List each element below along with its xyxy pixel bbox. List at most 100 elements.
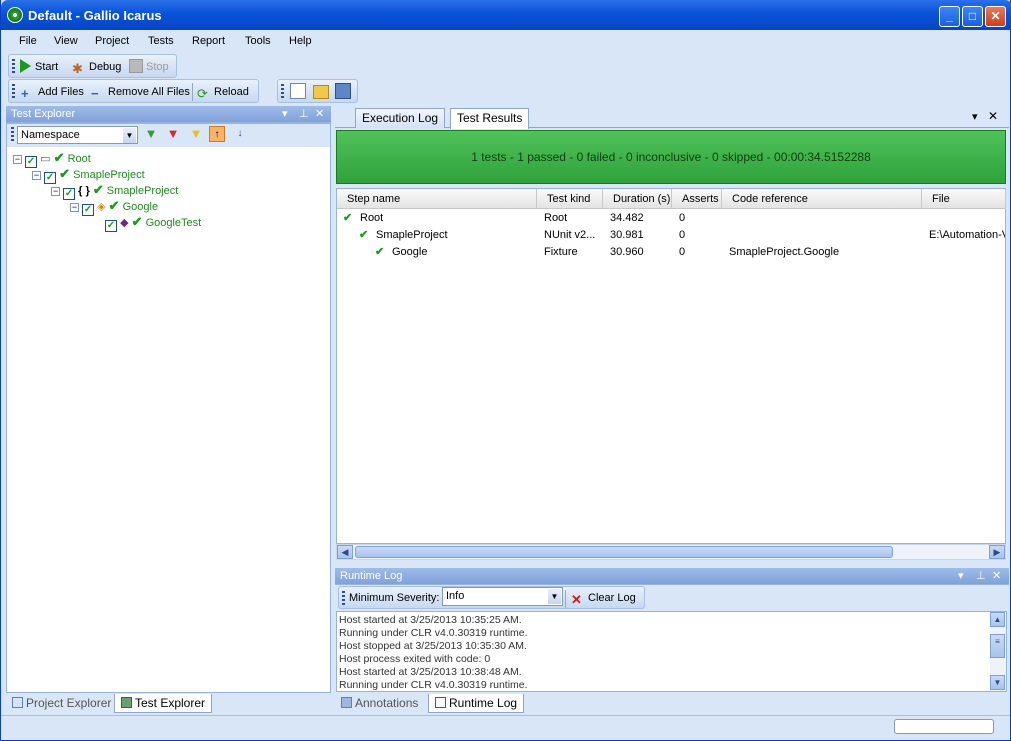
- add-files-button[interactable]: + Add Files: [21, 83, 84, 101]
- table-row[interactable]: ✔ Google Fixture 30.960 0 SmapleProject.…: [337, 244, 1005, 261]
- passed-check-icon: ✔: [53, 150, 65, 165]
- menu-file[interactable]: File: [19, 35, 37, 47]
- passed-check-icon: ✔: [375, 246, 385, 258]
- toolbar-grip[interactable]: [12, 84, 15, 99]
- namespace-icon: { }: [78, 185, 90, 197]
- toolbar-grip[interactable]: [11, 127, 14, 142]
- close-icon[interactable]: ✕: [988, 109, 998, 123]
- col-step-name[interactable]: Step name: [337, 189, 537, 209]
- results-grid: Step name Test kind Duration (s) Asserts…: [336, 188, 1006, 544]
- results-summary: 1 tests - 1 passed - 0 failed - 0 inconc…: [336, 130, 1006, 184]
- col-file[interactable]: File: [922, 189, 1006, 209]
- tree-node-test[interactable]: ✓ ◆ ✔ GoogleTest: [105, 214, 201, 232]
- severity-select[interactable]: Info ▼: [442, 587, 563, 606]
- tree-node-label: SmapleProject: [106, 185, 179, 197]
- menu-report[interactable]: Report: [192, 35, 225, 47]
- menu-project[interactable]: Project: [95, 35, 129, 47]
- save-project-icon[interactable]: [335, 83, 351, 99]
- menu-help[interactable]: Help: [289, 35, 312, 47]
- scroll-thumb[interactable]: ≡: [990, 634, 1005, 658]
- debug-label: Debug: [89, 61, 122, 73]
- chevron-down-icon[interactable]: ▼: [123, 128, 136, 143]
- col-code-reference[interactable]: Code reference: [722, 189, 922, 209]
- toolbar-grip[interactable]: [12, 59, 15, 74]
- toolbar-grip[interactable]: [342, 591, 345, 606]
- run-toolbar: Start ✱ Debug Stop: [8, 54, 177, 78]
- start-button[interactable]: Start: [20, 58, 58, 76]
- chevron-down-icon[interactable]: ▾: [282, 106, 288, 123]
- collapse-icon[interactable]: −: [51, 187, 60, 196]
- tab-execution-log[interactable]: Execution Log: [355, 108, 446, 128]
- table-row[interactable]: ✔ Root Root 34.482 0: [337, 210, 1005, 227]
- node-checkbox[interactable]: ✓: [82, 204, 95, 216]
- scroll-thumb[interactable]: [355, 546, 893, 558]
- app-icon: [7, 7, 23, 23]
- tab-label: Test Explorer: [135, 696, 206, 710]
- sort-descending-icon[interactable]: ↓: [232, 126, 248, 142]
- clear-icon: ✕: [571, 592, 582, 607]
- clear-log-button[interactable]: ✕ Clear Log: [571, 589, 636, 607]
- remove-all-label: Remove All Files: [108, 86, 190, 98]
- pin-icon[interactable]: ⊥: [976, 568, 986, 585]
- runtime-log-header: Runtime Log ▾ ⊥ ✕: [335, 568, 1009, 585]
- project-explorer-icon: [12, 697, 23, 708]
- title-bar[interactable]: Default - Gallio Icarus _ □ ✕: [1, 0, 1011, 30]
- log-vertical-scrollbar[interactable]: ▲ ≡ ▼: [990, 612, 1006, 691]
- node-checkbox[interactable]: ✓: [105, 220, 117, 232]
- open-project-icon[interactable]: [313, 85, 329, 99]
- results-horizontal-scrollbar[interactable]: ◀ ▶: [336, 544, 1006, 560]
- explorer-header: Test Explorer ▾ ⊥ ✕: [6, 106, 331, 123]
- menu-view[interactable]: View: [54, 35, 78, 47]
- debug-button[interactable]: ✱ Debug: [72, 58, 121, 76]
- filter-inconclusive-icon[interactable]: ▼: [188, 126, 204, 142]
- tab-label: Project Explorer: [26, 696, 112, 710]
- tab-project-explorer[interactable]: Project Explorer: [6, 694, 117, 713]
- close-button[interactable]: ✕: [985, 6, 1006, 27]
- sort-ascending-icon[interactable]: ↑: [209, 126, 225, 142]
- stop-button[interactable]: Stop: [129, 58, 169, 76]
- scroll-left-icon[interactable]: ◀: [337, 545, 353, 559]
- tab-annotations[interactable]: Annotations: [335, 694, 424, 713]
- collapse-icon[interactable]: −: [70, 203, 79, 212]
- tab-test-results[interactable]: Test Results: [450, 108, 530, 129]
- clear-log-label: Clear Log: [588, 592, 636, 604]
- reload-button[interactable]: ⟳ Reload: [197, 83, 249, 101]
- collapse-icon[interactable]: −: [13, 155, 22, 164]
- close-icon[interactable]: ✕: [992, 568, 1001, 585]
- toolbar-grip[interactable]: [281, 84, 284, 99]
- add-files-label: Add Files: [38, 86, 84, 98]
- group-by-select[interactable]: Namespace ▼: [17, 126, 138, 144]
- root-icon: ▭: [40, 153, 51, 165]
- log-line: Running under CLR v4.0.30319 runtime.: [339, 627, 528, 639]
- project-toolbar: [277, 79, 358, 103]
- menu-tests[interactable]: Tests: [148, 35, 174, 47]
- collapse-icon[interactable]: −: [32, 171, 41, 180]
- tab-list-icon[interactable]: ▾: [972, 110, 978, 123]
- minimize-button[interactable]: _: [939, 6, 960, 27]
- chevron-down-icon[interactable]: ▾: [958, 568, 964, 585]
- col-asserts[interactable]: Asserts: [672, 189, 722, 209]
- scroll-up-icon[interactable]: ▲: [990, 612, 1005, 627]
- col-duration[interactable]: Duration (s): [603, 189, 672, 209]
- remove-all-files-button[interactable]: − Remove All Files: [91, 83, 190, 101]
- filter-failed-icon[interactable]: ▼: [165, 126, 181, 142]
- test-method-icon: ◆: [120, 217, 129, 229]
- runtime-log-text[interactable]: Host started at 3/25/2013 10:35:25 AM. R…: [336, 611, 1007, 692]
- scroll-down-icon[interactable]: ▼: [990, 675, 1005, 690]
- tree-node-label: Google: [122, 201, 159, 213]
- close-icon[interactable]: ✕: [315, 106, 324, 123]
- tab-runtime-log[interactable]: Runtime Log: [428, 694, 525, 713]
- filter-passed-icon[interactable]: ▼: [143, 126, 159, 142]
- pin-icon[interactable]: ⊥: [299, 106, 309, 123]
- chevron-down-icon[interactable]: ▼: [548, 589, 561, 604]
- menu-tools[interactable]: Tools: [245, 35, 271, 47]
- new-project-icon[interactable]: [290, 83, 306, 99]
- table-row[interactable]: ✔ SmapleProject NUnit v2... 30.981 0 E:\…: [337, 227, 1005, 244]
- duration-cell: 30.981: [610, 229, 644, 241]
- severity-value: Info: [446, 590, 465, 602]
- maximize-button[interactable]: □: [962, 6, 983, 27]
- col-test-kind[interactable]: Test kind: [537, 189, 603, 209]
- tab-test-explorer[interactable]: Test Explorer: [114, 694, 213, 713]
- file-toolbar: + Add Files − Remove All Files ⟳ Reload: [8, 79, 259, 103]
- scroll-right-icon[interactable]: ▶: [989, 545, 1005, 559]
